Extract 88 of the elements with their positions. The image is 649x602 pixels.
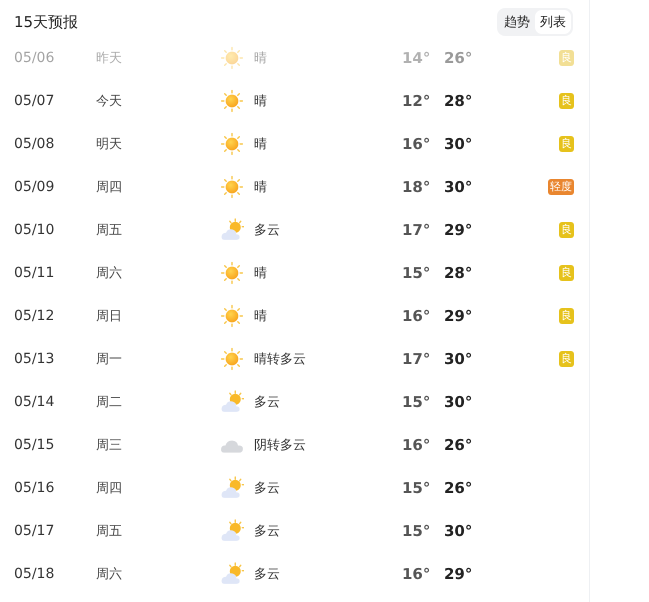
date-text: 05/17 (14, 522, 56, 538)
weekday-text: 周六 (96, 264, 123, 282)
high-temp: 30° (444, 134, 474, 152)
low-temp: 15° (402, 392, 432, 410)
low-temp: 16° (402, 564, 432, 582)
weather-text: 晴 (254, 92, 267, 110)
view-tab[interactable]: 列表 (535, 10, 571, 34)
date-text: 05/09 (14, 178, 56, 194)
low-temp: 17° (402, 220, 432, 238)
low-temp: 17° (402, 350, 432, 368)
air-quality-badge: 良 (559, 350, 574, 366)
weather-text: 晴 (254, 308, 267, 324)
date-text: 05/15 (14, 436, 56, 452)
low-temp: 15° (402, 522, 432, 540)
weather-text: 多云 (254, 394, 280, 410)
date-text: 05/10 (14, 222, 56, 238)
low-temp: 18° (402, 178, 432, 196)
date-text: 05/11 (14, 264, 56, 280)
weekday-text: 周五 (96, 522, 123, 540)
weekday-text: 周日 (96, 308, 123, 324)
forecast-title: 15天预报 (14, 12, 78, 32)
air-quality-badge: 轻度 (548, 178, 574, 194)
air-quality-badge: 良 (559, 92, 574, 108)
sun-cloud-icon (220, 218, 244, 242)
air-quality-badge: 良 (559, 136, 574, 152)
weekday-text: 今天 (96, 92, 123, 110)
weekday-text: 周二 (96, 394, 123, 410)
low-temp: 15° (402, 264, 432, 282)
high-temp: 30° (444, 522, 474, 540)
low-temp: 12° (402, 92, 432, 110)
high-temp: 30° (444, 350, 474, 368)
sun-icon (220, 132, 244, 156)
date-text: 05/16 (14, 480, 56, 496)
high-temp: 26° (444, 48, 474, 66)
weekday-text: 明天 (96, 136, 123, 152)
sun-icon (220, 346, 244, 370)
weather-text: 晴转多云 (254, 350, 306, 368)
sun-icon (220, 46, 244, 70)
weekday-text: 周四 (96, 480, 123, 496)
air-quality-badge: 良 (559, 264, 574, 280)
weather-text: 晴 (254, 264, 267, 282)
sun-icon (220, 304, 244, 328)
sun-icon (220, 88, 244, 112)
weekday-text: 周三 (96, 436, 123, 454)
weather-text: 晴 (254, 50, 267, 66)
weather-text: 多云 (254, 480, 280, 496)
high-temp: 29° (444, 564, 474, 582)
weather-text: 晴 (254, 178, 267, 196)
weather-text: 多云 (254, 222, 280, 238)
date-text: 05/07 (14, 92, 56, 108)
weather-text: 阴转多云 (254, 436, 306, 454)
date-text: 05/14 (14, 394, 56, 410)
air-quality-badge: 良 (559, 50, 574, 66)
sun-cloud-icon (220, 390, 244, 414)
weekday-text: 周四 (96, 178, 123, 196)
high-temp: 30° (444, 392, 474, 410)
weekday-text: 周六 (96, 566, 123, 582)
high-temp: 28° (444, 92, 474, 110)
view-tab[interactable]: 趋势 (499, 10, 535, 34)
high-temp: 30° (444, 178, 474, 196)
sun-cloud-icon (220, 518, 244, 542)
sun-icon (220, 260, 244, 284)
high-temp: 28° (444, 264, 474, 282)
weekday-text: 昨天 (96, 50, 123, 66)
high-temp: 29° (444, 306, 474, 324)
weather-text: 多云 (254, 566, 280, 582)
date-text: 05/06 (14, 50, 56, 66)
low-temp: 14° (402, 48, 432, 66)
weather-text: 晴 (254, 136, 267, 152)
weekday-text: 周五 (96, 222, 123, 238)
high-temp: 26° (444, 436, 474, 454)
high-temp: 26° (444, 478, 474, 496)
high-temp: 29° (444, 220, 474, 238)
date-text: 05/18 (14, 566, 56, 582)
sun-cloud-icon (220, 562, 244, 586)
date-text: 05/08 (14, 136, 56, 152)
sun-icon (220, 174, 244, 198)
date-text: 05/12 (14, 308, 56, 324)
weather-text: 多云 (254, 522, 280, 540)
low-temp: 16° (402, 306, 432, 324)
date-text: 05/13 (14, 350, 56, 366)
weekday-text: 周一 (96, 350, 123, 368)
air-quality-badge: 良 (559, 222, 574, 238)
low-temp: 16° (402, 436, 432, 454)
low-temp: 15° (402, 478, 432, 496)
low-temp: 16° (402, 134, 432, 152)
air-quality-badge: 良 (559, 308, 574, 324)
sun-cloud-icon (220, 476, 244, 500)
